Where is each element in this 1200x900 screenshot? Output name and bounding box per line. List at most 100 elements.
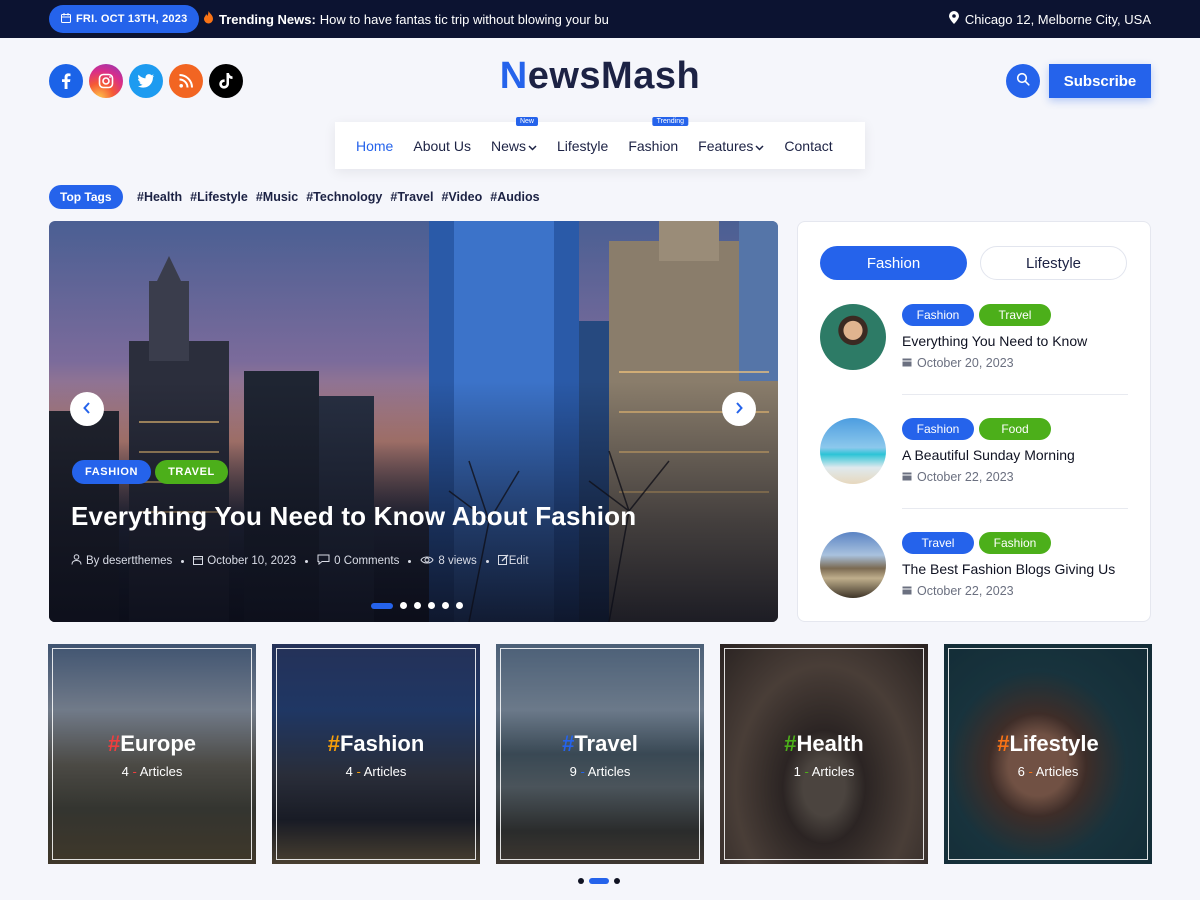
- article-count: 6: [1017, 764, 1025, 779]
- post-title[interactable]: The Best Fashion Blogs Giving Us: [902, 561, 1115, 577]
- tag-list: #Health #Lifestyle #Music #Technology #T…: [137, 185, 540, 209]
- category-badge[interactable]: Travel: [979, 304, 1051, 326]
- nav-home[interactable]: Home: [356, 138, 393, 154]
- category-card-travel[interactable]: #Travel 9 - Articles: [496, 644, 704, 864]
- category-badge[interactable]: FASHION: [72, 460, 152, 484]
- post-thumbnail[interactable]: [820, 532, 886, 598]
- date-badge: FRI. OCT 13TH, 2023: [49, 5, 200, 33]
- category-badge[interactable]: Travel: [902, 532, 974, 554]
- calendar-icon: [193, 555, 204, 568]
- category-badge[interactable]: Food: [979, 418, 1051, 440]
- tag-link[interactable]: #Audios: [490, 190, 539, 204]
- nav-news[interactable]: New News: [491, 116, 538, 154]
- tag-link[interactable]: #Music: [256, 190, 298, 204]
- list-item[interactable]: Travel Fashion The Best Fashion Blogs Gi…: [820, 532, 1128, 622]
- list-item[interactable]: Fashion Travel Everything You Need to Kn…: [820, 304, 1128, 394]
- post-date: October 22, 2023: [917, 584, 1014, 598]
- slider-prev-button[interactable]: [70, 392, 104, 426]
- date-text: FRI. OCT 13TH, 2023: [76, 13, 188, 25]
- search-button[interactable]: [1006, 64, 1040, 98]
- category-name: Lifestyle: [1009, 731, 1099, 756]
- post-date: October 10, 2023: [207, 555, 297, 567]
- hash-mark: #: [327, 731, 340, 756]
- trending-badge: Trending: [652, 116, 689, 126]
- hero-meta: By desertthemes October 10, 2023 0 Comme…: [71, 554, 529, 568]
- main-nav: Home About Us New News Lifestyle Trendin…: [335, 116, 865, 169]
- article-count: 4: [345, 764, 353, 779]
- category-card-lifestyle[interactable]: #Lifestyle 6 - Articles: [944, 644, 1152, 864]
- hash-mark: #: [562, 731, 575, 756]
- chevron-right-icon: [735, 401, 743, 417]
- slider-dot[interactable]: [589, 878, 609, 884]
- location: Chicago 12, Melborne City, USA: [948, 0, 1151, 38]
- slider-next-button[interactable]: [722, 392, 756, 426]
- nav-features[interactable]: Features: [698, 138, 764, 154]
- slider-dot[interactable]: [442, 602, 449, 609]
- category-name: Europe: [120, 731, 197, 756]
- article-count: 4: [121, 764, 129, 779]
- hash-mark: #: [107, 731, 121, 756]
- tag-link[interactable]: #Travel: [390, 190, 433, 204]
- post-thumbnail[interactable]: [820, 418, 886, 484]
- author-link[interactable]: By desertthemes: [86, 555, 172, 567]
- subscribe-button[interactable]: Subscribe: [1049, 64, 1151, 98]
- edit-icon: [497, 554, 509, 568]
- tabbed-posts-widget: Fashion Lifestyle Fashion Travel Everyth…: [797, 221, 1151, 622]
- trending-headline[interactable]: How to have fantas tic trip without blow…: [320, 12, 609, 27]
- nav-lifestyle[interactable]: Lifestyle: [557, 138, 608, 154]
- article-count: 9: [569, 764, 577, 779]
- tag-link[interactable]: #Technology: [306, 190, 382, 204]
- post-title[interactable]: Everything You Need to Know: [902, 333, 1087, 349]
- tag-link[interactable]: #Lifestyle: [190, 190, 248, 204]
- category-cards: #Europe 4 - Articles #Fashion 4 - Articl…: [48, 644, 1152, 864]
- nav-about-us[interactable]: About Us: [413, 138, 471, 154]
- hero-title[interactable]: Everything You Need to Know About Fashio…: [71, 501, 636, 532]
- category-slider-dots: [578, 878, 620, 884]
- post-title[interactable]: A Beautiful Sunday Morning: [902, 447, 1075, 463]
- chevron-down-icon: [755, 138, 764, 154]
- slider-dot[interactable]: [371, 602, 393, 609]
- tag-link[interactable]: #Video: [441, 190, 482, 204]
- top-bar: FRI. OCT 13TH, 2023 Trending News: How t…: [0, 0, 1200, 38]
- chevron-left-icon: [83, 401, 91, 417]
- slider-dot[interactable]: [414, 602, 421, 609]
- comments-link[interactable]: 0 Comments: [334, 555, 399, 567]
- trending-ticker: Trending News: How to have fantas tic tr…: [203, 0, 633, 38]
- slider-dot[interactable]: [614, 878, 620, 884]
- category-name: Health: [796, 731, 864, 756]
- post-thumbnail[interactable]: [820, 304, 886, 370]
- tab-lifestyle[interactable]: Lifestyle: [980, 246, 1127, 280]
- top-tags-title: Top Tags: [49, 185, 123, 209]
- map-pin-icon: [948, 11, 959, 27]
- hero-categories: FASHION TRAVEL: [72, 460, 228, 484]
- slider-dots: [371, 602, 463, 609]
- views-count: 8 views: [438, 555, 477, 567]
- widget-tabs: Fashion Lifestyle: [820, 246, 1127, 280]
- tag-link[interactable]: #Health: [137, 190, 182, 204]
- eye-icon: [420, 555, 434, 568]
- slider-dot[interactable]: [400, 602, 407, 609]
- tab-fashion[interactable]: Fashion: [820, 246, 967, 280]
- slider-dot[interactable]: [456, 602, 463, 609]
- nav-fashion[interactable]: Trending Fashion: [628, 116, 689, 154]
- category-card-europe[interactable]: #Europe 4 - Articles: [48, 644, 256, 864]
- chevron-down-icon: [528, 138, 537, 154]
- nav-contact[interactable]: Contact: [784, 138, 832, 154]
- list-item[interactable]: Fashion Food A Beautiful Sunday Morning …: [820, 418, 1128, 508]
- category-badge[interactable]: Fashion: [902, 418, 974, 440]
- category-badge[interactable]: Fashion: [902, 304, 974, 326]
- fire-icon: [203, 11, 214, 27]
- hash-mark: #: [784, 731, 797, 756]
- category-badge[interactable]: TRAVEL: [155, 460, 228, 484]
- hero-slider[interactable]: FASHION TRAVEL Everything You Need to Kn…: [49, 221, 778, 622]
- slider-dot[interactable]: [428, 602, 435, 609]
- category-badge[interactable]: Fashion: [979, 532, 1051, 554]
- calendar-icon: [902, 470, 912, 484]
- hash-mark: #: [997, 731, 1010, 756]
- category-card-fashion[interactable]: #Fashion 4 - Articles: [272, 644, 480, 864]
- calendar-icon: [61, 12, 71, 26]
- category-card-health[interactable]: #Health 1 - Articles: [720, 644, 928, 864]
- edit-link[interactable]: Edit: [509, 555, 529, 567]
- category-name: Travel: [574, 731, 638, 756]
- slider-dot[interactable]: [578, 878, 584, 884]
